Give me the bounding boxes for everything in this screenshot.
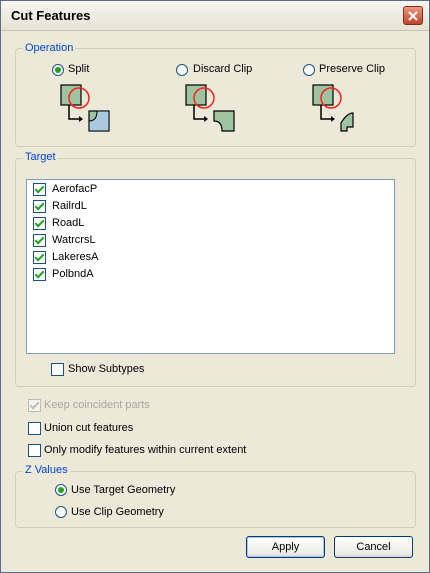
railrdl-checkbox[interactable]: [33, 200, 46, 213]
preserve-clip-diagram-icon: [312, 84, 354, 132]
cut-features-dialog: Cut Features Operation Split Discard Cli…: [0, 0, 430, 573]
title-bar: Cut Features: [1, 1, 429, 31]
target-legend: Target: [23, 151, 58, 163]
discard-clip-radio[interactable]: [176, 64, 188, 76]
use-clip-geometry-label: Use Clip Geometry: [71, 506, 164, 518]
union-cut-checkbox[interactable]: [28, 422, 41, 435]
show-subtypes-checkbox[interactable]: [51, 363, 64, 376]
polbnda-label: PolbndA: [52, 268, 94, 280]
only-modify-checkbox[interactable]: [28, 444, 41, 457]
apply-button[interactable]: Apply: [246, 536, 325, 558]
roadl-checkbox[interactable]: [33, 217, 46, 230]
watrcrsl-checkbox[interactable]: [33, 234, 46, 247]
preserve-clip-radio[interactable]: [303, 64, 315, 76]
split-label: Split: [68, 63, 90, 75]
use-target-geometry-label: Use Target Geometry: [71, 484, 176, 496]
keep-coincident-label: Keep coincident parts: [44, 399, 150, 411]
only-modify-label: Only modify features within current exte…: [44, 444, 247, 456]
use-target-geometry-radio[interactable]: [55, 484, 67, 496]
lakeresa-checkbox[interactable]: [33, 251, 46, 264]
preserve-clip-label: Preserve Clip: [319, 63, 386, 75]
roadl-label: RoadL: [52, 217, 85, 229]
union-cut-label: Union cut features: [44, 422, 134, 434]
discard-clip-diagram-icon: [185, 84, 235, 132]
split-radio[interactable]: [52, 64, 64, 76]
aerofacp-label: AerofacP: [52, 183, 98, 195]
close-button[interactable]: [403, 6, 423, 25]
target-layer-list[interactable]: AerofacP RailrdL RoadL WatrcrsL LakeresA…: [26, 179, 395, 354]
railrdl-label: RailrdL: [52, 200, 87, 212]
zvalues-group: [15, 471, 416, 528]
keep-coincident-checkbox: [28, 399, 41, 412]
discard-clip-label: Discard Clip: [193, 63, 253, 75]
zvalues-legend: Z Values: [23, 464, 70, 476]
cancel-button[interactable]: Cancel: [334, 536, 413, 558]
dialog-title: Cut Features: [11, 8, 91, 23]
use-clip-geometry-radio[interactable]: [55, 506, 67, 518]
aerofacp-checkbox[interactable]: [33, 183, 46, 196]
close-icon: [408, 11, 418, 21]
operation-legend: Operation: [23, 42, 76, 54]
lakeresa-label: LakeresA: [52, 251, 99, 263]
polbnda-checkbox[interactable]: [33, 268, 46, 281]
split-diagram-icon: [60, 84, 110, 132]
watrcrsl-label: WatrcrsL: [52, 234, 96, 246]
show-subtypes-label: Show Subtypes: [68, 363, 145, 375]
